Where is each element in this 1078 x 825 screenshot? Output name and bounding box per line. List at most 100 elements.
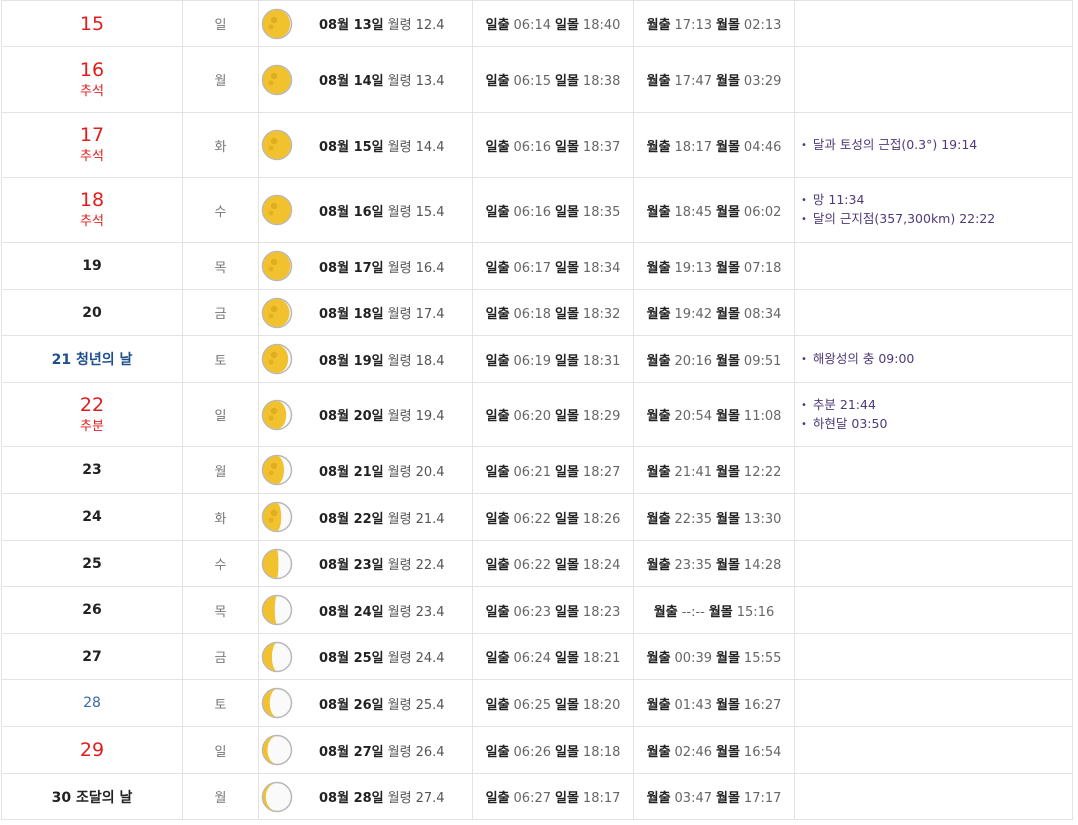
moonset: 04:46 <box>743 139 782 155</box>
events-cell <box>794 540 1073 587</box>
moonset: 15:55 <box>743 651 782 666</box>
sunset-label: 일몰 <box>555 791 579 806</box>
lunar-cell: 08월 22일 월령 21.4 <box>258 493 473 541</box>
day-number: 28 <box>83 695 101 711</box>
lunar-date: 08월 27일 월령 26.4 <box>319 741 445 760</box>
moon-times-cell: 월출 20:16 월몰 09:51 <box>633 335 795 383</box>
moon-times-cell: 월출 17:13 월몰 02:13 <box>633 0 795 47</box>
moonrise-label: 월출 <box>646 139 671 155</box>
moon-age-label: 월령 <box>387 464 412 480</box>
sunrise-label: 일출 <box>485 744 510 760</box>
lunar-cell: 08월 19일 월령 18.4 <box>258 335 473 383</box>
moon-age-label: 월령 <box>387 511 412 527</box>
sunset: 18:26 <box>582 511 621 527</box>
events-cell: 추분 21:44하현달 03:50 <box>794 382 1073 447</box>
sunrise-label: 일출 <box>485 791 510 806</box>
weekday-cell: 토 <box>182 679 259 727</box>
moonset-label: 월몰 <box>716 307 740 322</box>
events-cell <box>794 446 1073 494</box>
moonrise: 21:41 <box>674 464 712 480</box>
sunrise: 06:22 <box>513 558 551 573</box>
lunar-month-day: 08월 22일 <box>319 511 384 527</box>
moon-times-cell: 월출 02:46 월몰 16:54 <box>633 726 795 774</box>
lunar-date: 08월 16일 월령 15.4 <box>319 201 445 220</box>
moon-times-cell: 월출 18:45 월몰 06:02 <box>633 177 795 243</box>
lunar-cell: 08월 15일 월령 14.4 <box>258 112 473 178</box>
lunar-month-day: 08월 24일 <box>319 604 384 620</box>
moonset: 02:13 <box>743 18 782 33</box>
events-cell: 해왕성의 충 09:00 <box>794 335 1073 383</box>
sunrise: 06:14 <box>513 18 551 33</box>
weekday-cell: 목 <box>182 242 259 290</box>
moon-age: 월령 22.4 <box>388 558 445 573</box>
day-number: 21 청년의 날 <box>51 352 133 368</box>
lunar-date: 08월 22일 월령 21.4 <box>319 508 445 527</box>
events-cell: 망 11:34달의 근지점(357,300km) 22:22 <box>794 177 1073 243</box>
sunset: 18:29 <box>582 409 621 424</box>
moonrise: 17:13 <box>674 18 712 33</box>
calendar-rows: 15 일 08월 13일 월령 12.4 일출 06:14 일몰 18:40 월출 17:13 월몰 0… <box>1 0 1073 820</box>
sun-times-cell: 일출 06:25 일몰 18:20 <box>472 679 634 727</box>
moonset: 08:34 <box>743 307 782 322</box>
moonset-label: 월몰 <box>716 697 740 713</box>
moon-phase-icon <box>261 297 293 328</box>
sunset: 18:38 <box>582 74 621 89</box>
calendar-row: 18 추석 수 08월 16일 월령 15.4 일출 06:16 일몰 18:35 월출 18:45 월… <box>1 177 1073 243</box>
lunar-wrap: 08월 20일 월령 19.4 <box>259 399 472 431</box>
moon-age: 월령 16.4 <box>388 261 445 276</box>
moonrise-label: 월출 <box>646 260 671 276</box>
sunset: 18:23 <box>582 604 621 620</box>
calendar-row: 21 청년의 날 토 08월 19일 월령 18.4 일출 06:19 일몰 18:31 월출 20… <box>1 335 1073 383</box>
sun-times-cell: 일출 06:19 일몰 18:31 <box>472 335 634 383</box>
sunrise-label: 일출 <box>485 409 510 424</box>
moonrise-label: 월출 <box>646 744 671 760</box>
moon-times-cell: 월출 18:17 월몰 04:46 <box>633 112 795 178</box>
day-cell: 28 <box>1 679 183 727</box>
weekday-cell: 화 <box>182 493 259 541</box>
moon-age-value: 27.4 <box>415 791 445 806</box>
event-item: 달과 토성의 근접(0.3°) 19:14 <box>801 136 1072 155</box>
sunset: 18:31 <box>582 353 621 369</box>
lunar-wrap: 08월 24일 월령 23.4 <box>259 594 472 626</box>
sunset-label: 일몰 <box>555 511 579 527</box>
lunar-wrap: 08월 17일 월령 16.4 <box>259 250 472 282</box>
calendar-row: 30 조달의 날 월 08월 28일 월령 27.4 일출 06:27 일몰 18:17 월출 03… <box>1 773 1073 820</box>
calendar-row: 16 추석 월 08월 14일 월령 13.4 일출 06:15 일몰 18:38 월출 17:47 월… <box>1 46 1073 113</box>
moonrise: 19:13 <box>674 260 712 276</box>
sunset-label: 일몰 <box>555 74 579 89</box>
moonset-label: 월몰 <box>708 604 733 620</box>
moonset: 03:29 <box>743 74 782 89</box>
lunar-month-day: 08월 18일 <box>319 307 384 322</box>
moon-age: 월령 24.4 <box>388 651 445 666</box>
calendar-row: 29 일 08월 27일 월령 26.4 일출 06:26 일몰 18:18 월출 02:46 월몰 1… <box>1 726 1073 774</box>
lunar-month-day: 08월 15일 <box>319 139 384 155</box>
sun-times-cell: 일출 06:18 일몰 18:32 <box>472 289 634 336</box>
calendar-row: 22 추분 일 08월 20일 월령 19.4 일출 06:20 일몰 18:29 월출 20:54 월… <box>1 382 1073 447</box>
lunar-date: 08월 19일 월령 18.4 <box>319 350 445 369</box>
lunar-cell: 08월 20일 월령 19.4 <box>258 382 473 447</box>
moon-age-label: 월령 <box>387 74 412 89</box>
sunset: 18:17 <box>582 791 621 806</box>
moonset-label: 월몰 <box>716 353 740 369</box>
moonset: 06:02 <box>743 204 782 220</box>
moon-age-label: 월령 <box>387 18 412 33</box>
day-cell: 18 추석 <box>1 177 183 243</box>
sun-times-cell: 일출 06:26 일몰 18:18 <box>472 726 634 774</box>
weekday-cell: 일 <box>182 382 259 447</box>
moonset: 07:18 <box>743 260 782 276</box>
lunar-date: 08월 15일 월령 14.4 <box>319 136 445 155</box>
moonrise: 00:39 <box>674 651 712 666</box>
lunar-date: 08월 21일 월령 20.4 <box>319 461 445 480</box>
weekday-cell: 수 <box>182 540 259 587</box>
weekday-cell: 목 <box>182 586 259 634</box>
day-number: 24 <box>82 509 102 525</box>
lunar-date: 08월 14일 월령 13.4 <box>319 70 445 89</box>
sunrise-label: 일출 <box>485 511 510 527</box>
moonset: 13:30 <box>743 511 782 527</box>
lunar-wrap: 08월 23일 월령 22.4 <box>259 548 472 580</box>
weekday-cell: 금 <box>182 289 259 336</box>
weekday-cell: 수 <box>182 177 259 243</box>
calendar-row: 24 화 08월 22일 월령 21.4 일출 06:22 일몰 18:26 월출 22:35 월몰 1… <box>1 493 1073 541</box>
sunrise-label: 일출 <box>485 260 510 276</box>
moonset-label: 월몰 <box>716 558 740 573</box>
